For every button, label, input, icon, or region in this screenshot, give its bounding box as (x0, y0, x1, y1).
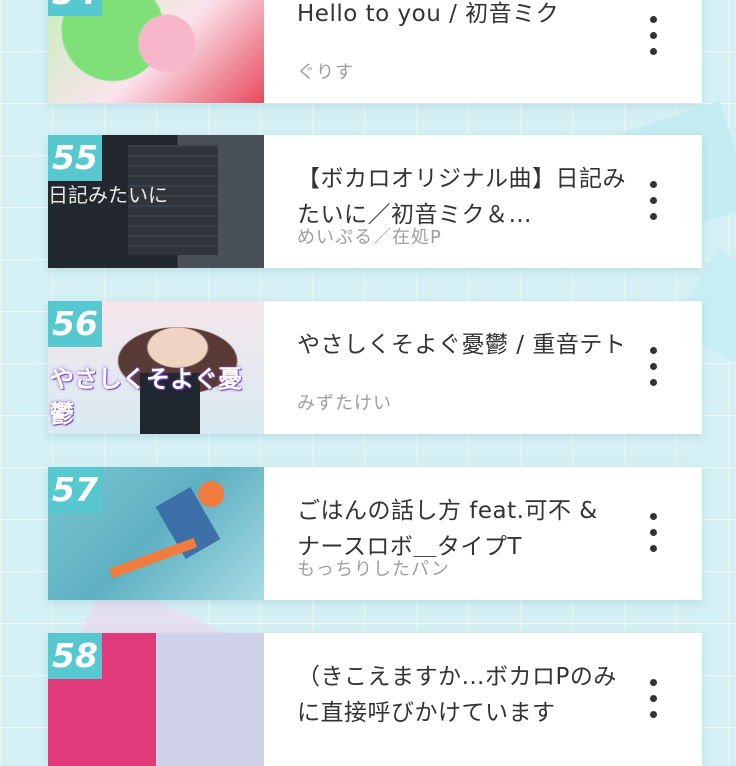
song-title[interactable]: ごはんの話し方 feat.可不 & ナースロボ＿タイプT (297, 493, 627, 565)
thumbnail-art (198, 481, 224, 507)
song-thumbnail[interactable]: 57 (48, 467, 264, 600)
song-thumbnail[interactable]: 54 (48, 0, 264, 103)
rank-badge: 58 (48, 633, 102, 679)
more-options-icon[interactable] (642, 345, 666, 389)
ranking-item-57[interactable]: 57 ごはんの話し方 feat.可不 & ナースロボ＿タイプT もっちりしたパン (48, 467, 702, 600)
song-title[interactable]: （きこえますか…ボカロPのみに直接呼びかけています (297, 659, 627, 731)
song-artist[interactable]: ぐりす (297, 60, 627, 86)
song-title[interactable]: Hello to you / 初音ミク (297, 0, 627, 32)
rank-badge: 57 (48, 467, 102, 513)
thumbnail-caption: やさしくそよぐ憂鬱 (50, 365, 242, 428)
song-thumbnail[interactable]: やさしくそよぐ憂鬱 56 (48, 301, 264, 434)
song-artist[interactable]: もっちりしたパン (297, 557, 627, 583)
rank-badge: 55 (48, 135, 102, 181)
more-options-icon[interactable] (642, 14, 666, 58)
ranking-item-56[interactable]: やさしくそよぐ憂鬱 56 やさしくそよぐ憂鬱 / 重音テト みずたけい (48, 301, 702, 434)
thumbnail-art (109, 537, 197, 579)
rank-badge: 56 (48, 301, 102, 347)
ranking-page: { "ranking": { "items": [ { "rank": "54"… (0, 0, 736, 766)
song-thumbnail[interactable]: 日記みたいに 55 (48, 135, 264, 268)
more-options-icon[interactable] (642, 179, 666, 223)
more-options-icon[interactable] (642, 511, 666, 555)
song-artist[interactable]: めいぷる／在処P (297, 225, 627, 251)
more-options-icon[interactable] (642, 677, 666, 721)
ranking-item-54[interactable]: 54 Hello to you / 初音ミク ぐりす (48, 0, 702, 103)
song-title[interactable]: 【ボカロオリジナル曲】日記みたいに／初音ミク＆… (297, 161, 627, 233)
thumbnail-caption: 日記みたいに (48, 183, 168, 207)
rank-badge: 54 (48, 0, 102, 16)
song-title[interactable]: やさしくそよぐ憂鬱 / 重音テト (297, 327, 627, 363)
song-artist[interactable]: みずたけい (297, 391, 627, 417)
ranking-item-55[interactable]: 日記みたいに 55 【ボカロオリジナル曲】日記みたいに／初音ミク＆… めいぷる／… (48, 135, 702, 268)
